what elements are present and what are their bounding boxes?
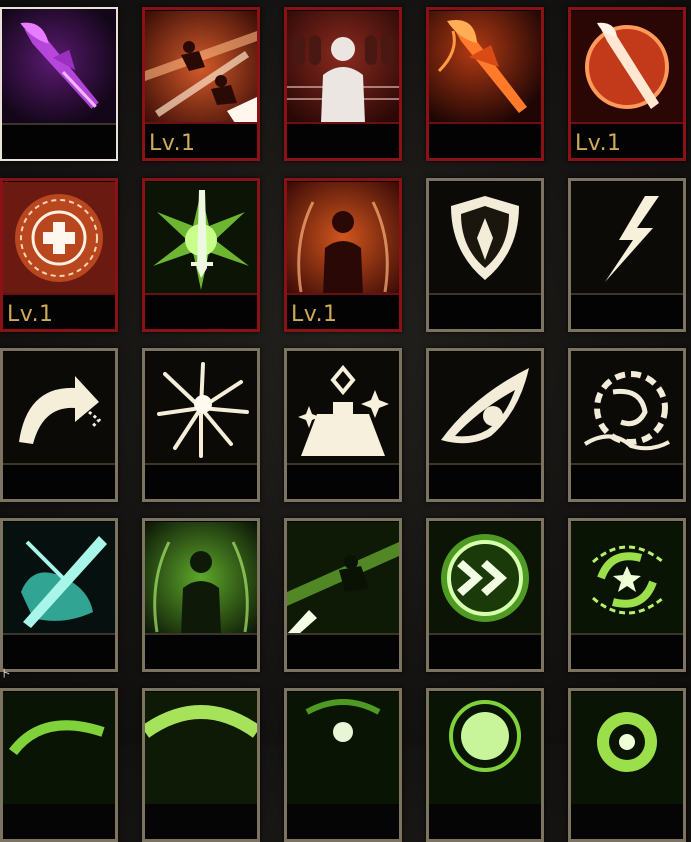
- slot-level-bar: [2, 123, 116, 159]
- green-aura-figure-icon: [145, 521, 257, 635]
- flame-blade-icon: [429, 10, 541, 124]
- slot-level-label: Lv.1: [149, 131, 196, 156]
- green-swirl-icon: [3, 691, 115, 805]
- eye-icon: [429, 351, 541, 465]
- healing-circle-icon: [3, 181, 115, 295]
- anvil-sparkle-icon: [287, 351, 399, 465]
- star-burst-icon: [145, 351, 257, 465]
- fire-aura-figure-icon: [287, 181, 399, 295]
- slot-level-bar: [3, 633, 115, 669]
- crowd-figure-icon: [287, 10, 399, 124]
- slot-level-bar: [145, 463, 257, 499]
- skill-slot-crossed-blades[interactable]: [0, 518, 118, 672]
- slot-level-label: Lv.1: [291, 302, 338, 327]
- skill-slot-anvil-sparkle[interactable]: [284, 348, 402, 502]
- slot-level-bar: [145, 633, 257, 669]
- skill-slot-shield[interactable]: [426, 178, 544, 332]
- green-tree-icon: [429, 691, 541, 805]
- purple-blade-icon: [2, 9, 116, 123]
- skill-slot-healing-circle[interactable]: Lv.1: [0, 178, 118, 332]
- slot-level-bar: Lv.1: [3, 293, 115, 329]
- skill-slot-eye[interactable]: [426, 348, 544, 502]
- skill-slot-rune-star[interactable]: [568, 518, 686, 672]
- skill-slot-green-wave[interactable]: [142, 688, 260, 842]
- skill-slot-green-tree[interactable]: [426, 688, 544, 842]
- slot-level-bar: [145, 293, 257, 329]
- shield-icon: [429, 181, 541, 295]
- skill-slot-star-burst[interactable]: [142, 348, 260, 502]
- slot-level-label: Lv.1: [575, 131, 622, 156]
- slot-level-bar: [571, 633, 683, 669]
- slot-level-bar: [571, 463, 683, 499]
- rune-star-icon: [571, 521, 683, 635]
- skill-slot-lightning[interactable]: [568, 178, 686, 332]
- slot-level-label: Lv.1: [7, 302, 54, 327]
- skill-slot-dash-strike[interactable]: Lv.1: [142, 7, 260, 161]
- slot-level-bar: [3, 463, 115, 499]
- skill-slot-blade-sun[interactable]: Lv.1: [568, 7, 686, 161]
- skill-slot-curve-arrow[interactable]: [0, 348, 118, 502]
- skill-slot-fire-aura-figure[interactable]: Lv.1: [284, 178, 402, 332]
- skill-slot-green-sword-burst[interactable]: [142, 178, 260, 332]
- skill-slot-green-emblem[interactable]: [568, 688, 686, 842]
- skill-slot-green-head[interactable]: [284, 688, 402, 842]
- green-wave-icon: [145, 691, 257, 805]
- slot-level-bar: Lv.1: [145, 122, 257, 158]
- skill-slot-purple-blade[interactable]: [0, 7, 118, 161]
- green-head-icon: [287, 691, 399, 805]
- skill-slot-spiked-wheel[interactable]: [568, 348, 686, 502]
- slot-level-bar: Lv.1: [571, 122, 683, 158]
- slot-level-bar: [429, 633, 541, 669]
- skill-slot-green-dash[interactable]: [284, 518, 402, 672]
- curve-arrow-icon: [3, 351, 115, 465]
- spiked-wheel-icon: [571, 351, 683, 465]
- slot-level-bar: [429, 122, 541, 158]
- skill-slot-green-swirl[interactable]: [0, 688, 118, 842]
- skill-grid: Lv.1 Lv.1 Lv.1 Lv.1: [0, 0, 691, 842]
- slot-level-bar: Lv.1: [287, 293, 399, 329]
- lightning-icon: [571, 181, 683, 295]
- slot-level-bar: [429, 463, 541, 499]
- dash-strike-icon: [145, 10, 257, 124]
- blade-sun-icon: [571, 10, 683, 124]
- green-dash-icon: [287, 521, 399, 635]
- slot-level-bar: [287, 122, 399, 158]
- edge-mark: ト: [0, 667, 11, 680]
- green-emblem-icon: [571, 691, 683, 805]
- skill-slot-green-aura-figure[interactable]: [142, 518, 260, 672]
- green-sword-burst-icon: [145, 181, 257, 295]
- skill-slot-crowd-figure[interactable]: [284, 7, 402, 161]
- crossed-blades-icon: [3, 521, 115, 635]
- skill-slot-fast-forward[interactable]: [426, 518, 544, 672]
- slot-level-bar: [287, 463, 399, 499]
- fast-forward-icon: [429, 521, 541, 635]
- skill-slot-flame-blade[interactable]: [426, 7, 544, 161]
- slot-level-bar: [571, 293, 683, 329]
- slot-level-bar: [287, 633, 399, 669]
- slot-level-bar: [429, 293, 541, 329]
